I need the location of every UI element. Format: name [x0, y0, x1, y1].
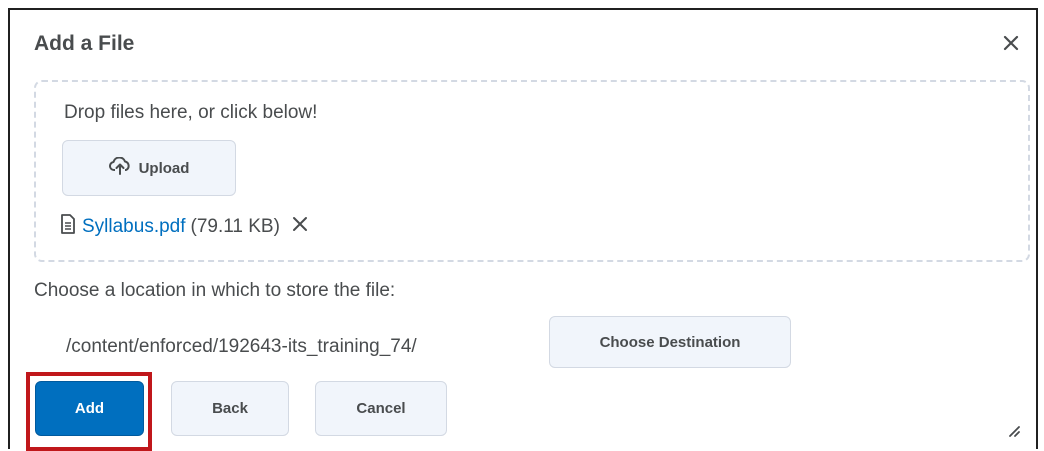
- cancel-button[interactable]: Cancel: [315, 381, 447, 436]
- document-icon: [60, 214, 76, 240]
- add-button[interactable]: Add: [35, 381, 144, 436]
- file-size: (79.11 KB): [190, 216, 280, 237]
- close-icon[interactable]: [1000, 32, 1022, 54]
- add-file-dialog: Add a File Drop files here, or click bel…: [8, 8, 1038, 451]
- dropzone-prompt: Drop files here, or click below!: [64, 102, 318, 123]
- dialog-title: Add a File: [34, 32, 135, 55]
- uploaded-file-row: Syllabus.pdf (79.11 KB): [60, 214, 310, 240]
- location-label: Choose a location in which to store the …: [34, 280, 396, 301]
- file-name-link[interactable]: Syllabus.pdf: [82, 216, 186, 238]
- resize-handle-icon[interactable]: [1004, 421, 1020, 437]
- choose-destination-button[interactable]: Choose Destination: [549, 316, 791, 368]
- upload-button[interactable]: Upload: [62, 140, 236, 196]
- destination-path: /content/enforced/192643-its_training_74…: [66, 336, 417, 357]
- file-dropzone[interactable]: Drop files here, or click below! Upload …: [34, 80, 1030, 262]
- upload-label: Upload: [138, 159, 190, 177]
- remove-icon[interactable]: [290, 214, 310, 240]
- back-button[interactable]: Back: [171, 381, 289, 436]
- cloud-upload-icon: [108, 156, 139, 179]
